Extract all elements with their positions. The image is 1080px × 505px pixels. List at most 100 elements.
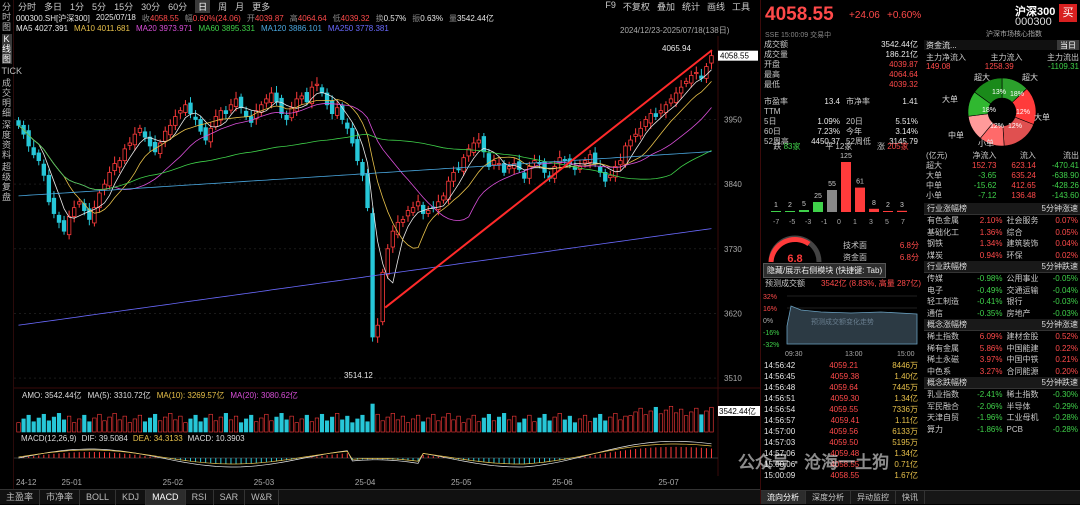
left-nav-item[interactable]: K线图 xyxy=(1,34,12,64)
candle-body xyxy=(107,171,112,187)
board-name: 有色金属 xyxy=(927,216,959,225)
volume-bar xyxy=(689,411,694,433)
dist-bar xyxy=(855,187,865,212)
tab-indicator[interactable]: KDJ xyxy=(116,489,147,505)
stat-row: 成交额 3542.44亿 xyxy=(764,40,918,49)
tick-row: 14:56:57 4059.41 1.11亿 xyxy=(761,415,921,426)
candle-body xyxy=(264,98,269,104)
forecast-time-label: 15:00 xyxy=(897,351,915,358)
toolbar-adjust[interactable]: 不复权 xyxy=(623,0,650,13)
tab-period[interactable]: 月 xyxy=(235,0,244,13)
left-nav-item[interactable]: TICK xyxy=(2,66,23,76)
toolbar-f9[interactable]: F9 xyxy=(605,0,616,13)
candle-body xyxy=(31,147,36,156)
volume-bar xyxy=(496,416,502,433)
toolbar-tools[interactable]: 工具 xyxy=(732,0,750,13)
volume-bar xyxy=(61,419,67,433)
candle-body xyxy=(638,127,643,137)
toolbar-draw[interactable]: 画线 xyxy=(707,0,725,13)
today-toggle[interactable]: 当日 xyxy=(1057,40,1079,50)
ma-legend-item: MA250 3778.381 xyxy=(327,24,389,33)
dist-bar xyxy=(883,211,893,212)
right-bottom-tab[interactable]: 异动监控 xyxy=(851,491,896,504)
tab-indicator[interactable]: MACD xyxy=(146,489,186,505)
pe-val: 13.4 xyxy=(824,97,840,106)
board-row: 煤炭 0.94% 环保 0.02% xyxy=(924,250,1080,262)
tab-period[interactable]: 60分 xyxy=(168,0,187,13)
candle-body xyxy=(350,127,355,144)
board-pct: 5.86% xyxy=(979,343,1003,353)
candle-body xyxy=(77,201,82,205)
flow-table-cell: -15.62 xyxy=(973,181,997,190)
flow-table-cell: -428.26 xyxy=(1051,181,1079,190)
tab-period[interactable]: 周 xyxy=(218,0,227,13)
candle-body xyxy=(284,114,289,120)
left-nav-item[interactable]: 分时图 xyxy=(2,2,12,32)
board-pct2: 0.04% xyxy=(1055,239,1078,248)
board-name2: 半导体 xyxy=(1006,401,1031,411)
volume-bar xyxy=(158,420,163,433)
ma10-line xyxy=(18,81,712,249)
buy-button[interactable]: 买 xyxy=(1059,4,1077,22)
board-header: 概念涨幅榜 5分钟涨速 xyxy=(924,319,1080,331)
toolbar-stats[interactable]: 统计 xyxy=(682,0,700,13)
tab-indicator[interactable]: W&R xyxy=(245,489,280,505)
volume-bar xyxy=(16,422,21,433)
volume-bar xyxy=(547,420,552,433)
volume-bar xyxy=(142,421,148,433)
right-bottom-tab[interactable]: 快讯 xyxy=(896,491,925,504)
volume-bar xyxy=(380,420,385,433)
candle-body xyxy=(592,152,598,164)
tab-indicator[interactable]: BOLL xyxy=(80,489,117,505)
flow-table-head-cell: 流出 xyxy=(1063,151,1079,160)
tab-period[interactable]: 1分 xyxy=(70,0,84,13)
index-code: 000300 xyxy=(1015,16,1052,28)
candle-body xyxy=(668,98,674,104)
dist-value: 2 xyxy=(886,202,890,209)
kline-chart[interactable]: 3950 3840 3730 3620 3510 4065.94 3514.12 4058.5… xyxy=(14,36,760,489)
volume-legend-item: MA(10): 3269.57亿 xyxy=(157,390,225,400)
tab-indicator[interactable]: RSI xyxy=(186,489,214,505)
flow-table-cell: 152.73 xyxy=(972,161,997,170)
volume-bar xyxy=(239,422,244,433)
volume-bar xyxy=(557,413,562,433)
tab-period[interactable]: 分时 xyxy=(18,0,36,13)
date-range-label: 2024/12/23-2025/07/18(138日) xyxy=(620,26,730,35)
stats-block: 成交额 3542.44亿 成交量 186.21亿 开盘 4039.87 最高 4064.… xyxy=(761,40,921,90)
tab-period[interactable]: 15分 xyxy=(114,0,133,13)
right-bottom-tab[interactable]: 深度分析 xyxy=(806,491,851,504)
volume-bar xyxy=(254,421,259,433)
tab-period[interactable]: 5分 xyxy=(92,0,106,13)
left-nav-item[interactable]: 成交明细 xyxy=(2,78,12,118)
candle-body xyxy=(137,127,143,133)
left-nav-item[interactable]: 深度资料 xyxy=(2,120,12,160)
tab-indicator[interactable]: 市净率 xyxy=(40,489,81,505)
dif-line xyxy=(18,440,712,468)
board-pct2: 0.52% xyxy=(1055,332,1078,341)
volume-bar xyxy=(314,417,320,433)
left-nav-item[interactable]: 超级复盘 xyxy=(2,162,12,202)
volume-bar xyxy=(203,417,208,433)
big-pct: +0.60% xyxy=(887,10,922,21)
board-name: 煤炭 xyxy=(927,250,943,260)
candle-body xyxy=(238,96,244,109)
tab-period-active[interactable]: 日 xyxy=(195,0,211,13)
right-bottom-tab[interactable]: 流向分析 xyxy=(761,491,806,504)
pe-val2: 3.14% xyxy=(895,127,918,136)
forecast-watermark: 预测成交额变化走势 xyxy=(811,317,874,326)
tab-indicator[interactable]: 主盈率 xyxy=(0,489,41,505)
dist-axis-label: -5 xyxy=(789,219,795,226)
tab-period[interactable]: 多日 xyxy=(44,0,62,13)
candle-body xyxy=(142,131,148,138)
forecast-chart: 32% 16% 0% -16% -32% 预测成交额变化走势 09:30 13:00 15:00 xyxy=(763,294,918,358)
candle-body xyxy=(46,174,52,203)
toolbar-overlay[interactable]: 叠加 xyxy=(657,0,675,13)
tab-indicator[interactable]: SAR xyxy=(214,489,246,505)
dea-line xyxy=(18,443,712,465)
tick-amount: 8446万 xyxy=(892,361,918,370)
ma-legend-item: MA5 4027.391 xyxy=(16,24,69,33)
tab-period[interactable]: 更多 xyxy=(252,0,270,13)
tab-period[interactable]: 30分 xyxy=(141,0,160,13)
volume-bar xyxy=(507,419,512,433)
board-pct: 0.94% xyxy=(979,250,1003,260)
